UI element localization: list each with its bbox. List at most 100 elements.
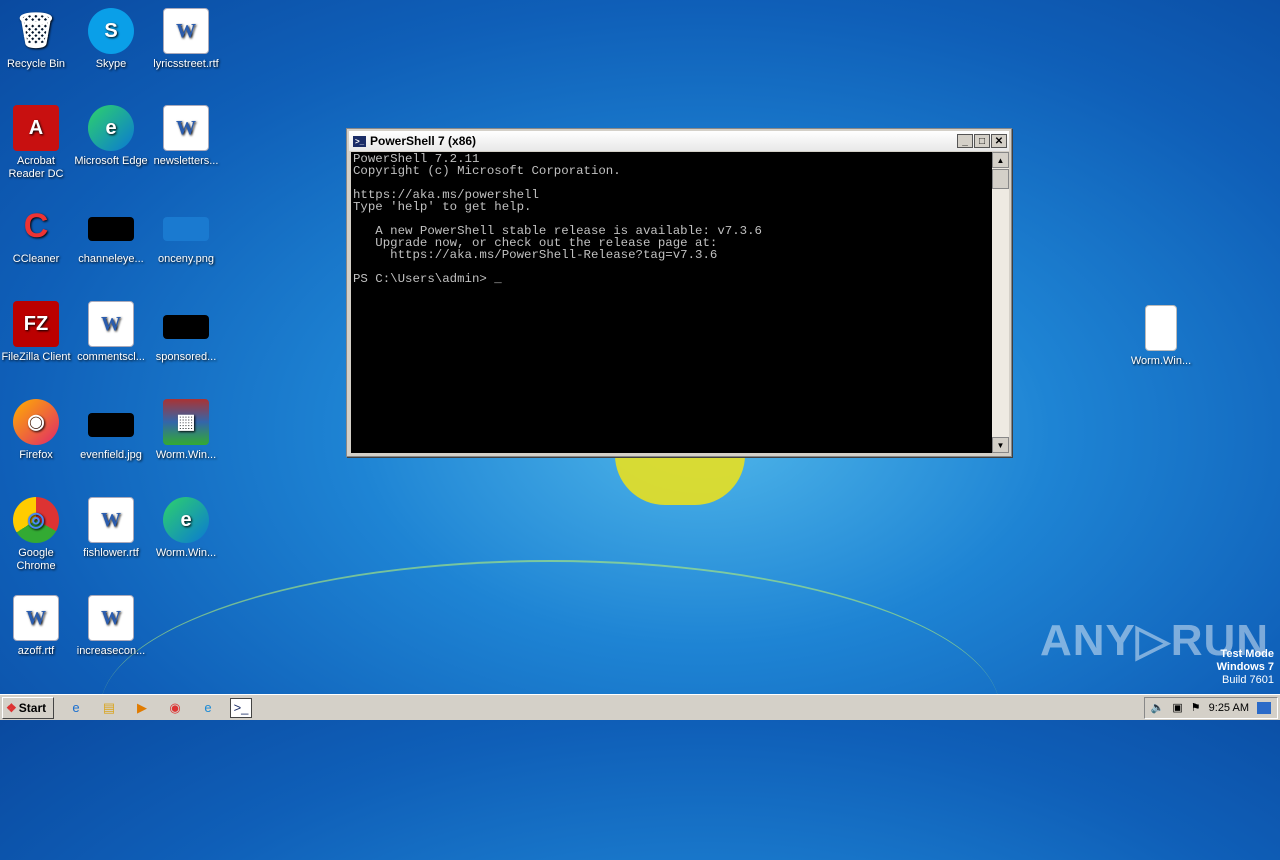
edge-icon: e — [88, 105, 134, 151]
blue-icon — [163, 217, 209, 241]
icon-label: lyricsstreet.rtf — [153, 58, 219, 70]
title-bar[interactable]: >_ PowerShell 7 (x86) _ □ ✕ — [349, 131, 1009, 151]
file-icon — [1145, 305, 1177, 351]
start-button[interactable]: ❖ Start — [2, 696, 54, 719]
desktop-icon[interactable]: e Worm.Win... — [148, 497, 224, 560]
console-output[interactable]: PowerShell 7.2.11 Copyright (c) Microsoft… — [351, 152, 992, 453]
icon-label: commentscl... — [77, 351, 145, 363]
chrome-icon[interactable]: ◉ — [164, 698, 186, 718]
desktop-icon[interactable]: ▦ Worm.Win... — [148, 399, 224, 462]
doc-icon: W — [88, 301, 134, 347]
scroll-thumb[interactable] — [992, 169, 1009, 189]
console-line: PS C:\Users\admin> _ — [353, 272, 502, 286]
console-line: https://aka.ms/PowerShell-Release?tag=v7… — [353, 248, 718, 262]
firefox-icon: ◉ — [13, 399, 59, 445]
powershell-icon: >_ — [353, 135, 366, 147]
clock[interactable]: 9:25 AM — [1209, 702, 1249, 714]
windows-logo-icon: ❖ — [6, 700, 17, 715]
chrome-icon: ◎ — [13, 497, 59, 543]
edge-icon[interactable]: e — [197, 698, 219, 718]
scroll-down-button[interactable]: ▼ — [992, 437, 1009, 453]
desktop-icon[interactable]: S Skype — [73, 8, 149, 71]
blk-icon — [88, 217, 134, 241]
desktop-icon[interactable]: e Microsoft Edge — [73, 105, 149, 168]
test-mode-watermark: Test Mode Windows 7 Build 7601 — [1217, 648, 1274, 687]
minimize-button[interactable]: _ — [957, 134, 973, 148]
icon-label: Worm.Win... — [1130, 355, 1192, 367]
icon-label: evenfield.jpg — [80, 449, 142, 461]
maximize-button[interactable]: □ — [974, 134, 990, 148]
taskbar: ❖ Start e ▤ ▶ ◉ e >_ 🔈 ▣ ⚑ 9:25 AM — [0, 694, 1280, 720]
desktop-icon[interactable]: Wfishlower.rtf — [73, 497, 149, 560]
skype-icon: S — [88, 8, 134, 54]
desktop-icon[interactable]: C CCleaner — [0, 203, 74, 266]
icon-label: onceny.png — [157, 253, 215, 265]
desktop-icon[interactable]: ◎ Google Chrome — [0, 497, 74, 573]
blk-icon — [163, 315, 209, 339]
volume-icon[interactable]: 🔈 — [1151, 701, 1165, 714]
icon-label: fishlower.rtf — [83, 547, 139, 559]
powershell-taskbar-button[interactable]: >_ — [230, 697, 252, 718]
rar-icon: ▦ — [163, 399, 209, 445]
icon-label: Worm.Win... — [155, 449, 217, 461]
icon-label: Google Chrome — [16, 547, 56, 572]
icon-label: Firefox — [19, 449, 53, 461]
desktop-icon-worm-file[interactable]: Worm.Win... — [1123, 305, 1199, 368]
icon-label: CCleaner — [12, 253, 60, 265]
icon-label: Recycle Bin — [6, 58, 66, 70]
explorer-icon[interactable]: ▤ — [98, 698, 120, 718]
doc-icon: W — [163, 8, 209, 54]
desktop-icon[interactable]: onceny.png — [148, 203, 224, 266]
show-desktop-icon[interactable] — [1257, 701, 1271, 714]
edge-icon: e — [163, 497, 209, 543]
blk-icon — [88, 413, 134, 437]
doc-icon: W — [13, 595, 59, 641]
desktop-icon[interactable]: sponsored... — [148, 301, 224, 364]
desktop-icon[interactable]: Wlyricsstreet.rtf — [148, 8, 224, 71]
watermark-line: Build 7601 — [1222, 674, 1274, 686]
wallpaper-flower — [615, 455, 745, 505]
powershell-window[interactable]: >_ PowerShell 7 (x86) _ □ ✕ PowerShell 7… — [346, 128, 1012, 457]
desktop-icon[interactable]: FZ FileZilla Client — [0, 301, 74, 364]
console-line: Type 'help' to get help. — [353, 200, 532, 214]
scroll-up-button[interactable]: ▲ — [992, 152, 1009, 168]
icon-label: Skype — [95, 58, 127, 70]
icon-label: Acrobat Reader DC — [8, 155, 64, 180]
desktop-icon[interactable]: 🗑 Recycle Bin — [0, 8, 74, 71]
icon-label: increasecon... — [76, 645, 146, 657]
close-button[interactable]: ✕ — [991, 134, 1007, 148]
icon-label: Worm.Win... — [155, 547, 217, 559]
filezilla-icon: FZ — [13, 301, 59, 347]
icon-label: channeleye... — [78, 253, 144, 265]
desktop-icon[interactable]: channeleye... — [73, 203, 149, 266]
bin-icon: 🗑 — [14, 11, 58, 50]
doc-icon: W — [88, 595, 134, 641]
desktop-icon[interactable]: Wcommentscl... — [73, 301, 149, 364]
icon-label: newsletters... — [153, 155, 219, 167]
watermark-line: Test Mode — [1220, 648, 1274, 660]
desktop-icon[interactable]: ◉ Firefox — [0, 399, 74, 462]
internet-explorer-icon[interactable]: e — [65, 698, 87, 718]
network-icon[interactable]: ▣ — [1172, 701, 1182, 714]
doc-icon: W — [163, 105, 209, 151]
ccleaner-icon: C — [23, 206, 49, 245]
console-line: Copyright (c) Microsoft Corporation. — [353, 164, 621, 178]
doc-icon: W — [88, 497, 134, 543]
desktop-icon[interactable]: Wazoff.rtf — [0, 595, 74, 658]
icon-label: azoff.rtf — [17, 645, 55, 657]
media-player-icon[interactable]: ▶ — [131, 698, 153, 718]
start-label: Start — [18, 700, 47, 715]
vertical-scrollbar[interactable]: ▲ ▼ — [992, 152, 1009, 453]
icon-label: sponsored... — [155, 351, 217, 363]
desktop-icon[interactable]: Wincreasecon... — [73, 595, 149, 658]
window-title: PowerShell 7 (x86) — [370, 134, 477, 148]
acrobat-icon: A — [13, 105, 59, 151]
watermark-line: Windows 7 — [1216, 661, 1274, 673]
system-tray: 🔈 ▣ ⚑ 9:25 AM — [1143, 696, 1278, 719]
icon-label: FileZilla Client — [1, 351, 71, 363]
icon-label: Microsoft Edge — [74, 155, 148, 167]
desktop-icon[interactable]: Wnewsletters... — [148, 105, 224, 168]
flag-icon[interactable]: ⚑ — [1191, 701, 1201, 714]
desktop-icon[interactable]: evenfield.jpg — [73, 399, 149, 462]
desktop-icon[interactable]: A Acrobat Reader DC — [0, 105, 74, 181]
